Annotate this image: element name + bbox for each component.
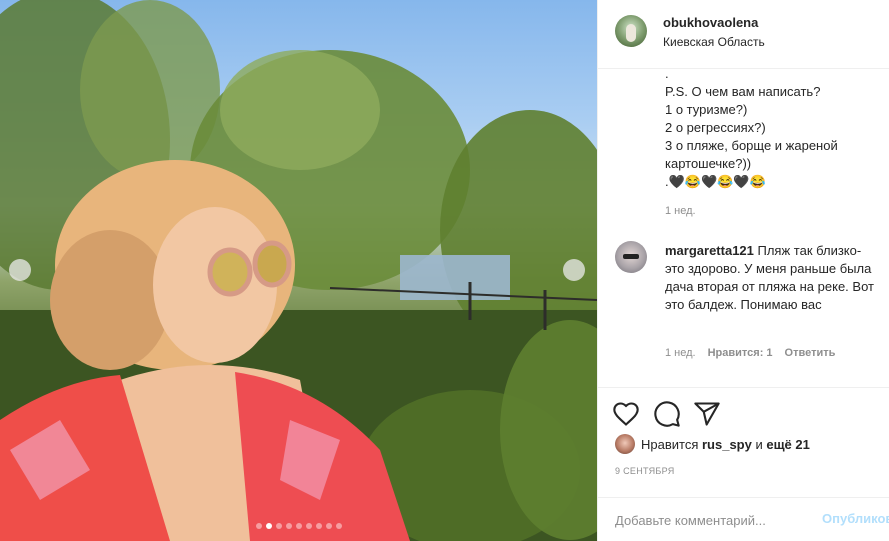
comment-input[interactable]	[615, 509, 815, 531]
author-avatar[interactable]	[615, 15, 647, 47]
carousel-dot	[335, 523, 342, 529]
caption-line: картошечке?))	[665, 156, 752, 171]
reply-button[interactable]: Ответить	[785, 347, 836, 359]
caption-time[interactable]: 1 нед.	[665, 205, 696, 217]
heart-icon[interactable]	[612, 400, 640, 428]
post-date[interactable]: 9 СЕНТЯБРЯ	[615, 466, 675, 476]
post-header: obukhovaolena Киевская Область	[598, 0, 889, 69]
caption-line: 1 о туризме?)	[665, 102, 748, 117]
caption-meta: 1 нед.	[665, 205, 696, 217]
post-location[interactable]: Киевская Область	[663, 35, 765, 49]
author-username[interactable]: obukhovaolena	[663, 15, 758, 30]
likes-summary: Нравится rus_spy и ещё 21	[615, 434, 810, 454]
carousel-dot	[325, 523, 332, 529]
carousel-dot	[305, 523, 312, 529]
caption-line: .	[665, 69, 669, 81]
carousel-dot	[315, 523, 322, 529]
liker-username[interactable]: rus_spy	[702, 437, 752, 452]
likes-prefix: Нравится	[641, 436, 702, 452]
post-photo[interactable]	[0, 0, 597, 541]
comment-meta: 1 нед. Нравится: 1 Ответить	[665, 347, 835, 359]
add-comment-bar: Опубликовать	[598, 497, 889, 541]
comment-time[interactable]: 1 нед.	[665, 347, 696, 359]
carousel-dot	[285, 523, 292, 529]
carousel-dot	[295, 523, 302, 529]
caption-text: . P.S. О чем вам написать? 1 о туризме?)…	[665, 69, 880, 191]
liker-avatar[interactable]	[615, 434, 635, 454]
comment-body: margaretta121 Пляж так близко- это здоро…	[665, 242, 880, 314]
caption-line: .🖤😂🖤😂🖤😂	[665, 174, 766, 189]
comment-likes[interactable]: Нравится: 1	[708, 347, 773, 359]
post-side-panel: obukhovaolena Киевская Область . P.S. О …	[597, 0, 889, 541]
prev-arrow-icon[interactable]	[9, 259, 31, 281]
carousel-dot	[265, 523, 272, 529]
likes-count[interactable]: ещё 21	[766, 437, 810, 452]
likes-text: Нравится rus_spy и ещё 21	[641, 437, 810, 452]
carousel-indicator	[0, 523, 597, 529]
commenter-username[interactable]: margaretta121	[665, 243, 754, 258]
publish-button[interactable]: Опубликовать	[822, 511, 889, 526]
comment-icon[interactable]	[653, 400, 681, 428]
commenter-avatar[interactable]	[615, 241, 647, 273]
comments-list[interactable]: . P.S. О чем вам написать? 1 о туризме?)…	[598, 69, 889, 387]
share-icon[interactable]	[693, 400, 721, 428]
carousel-dot	[275, 523, 282, 529]
carousel-dot	[255, 523, 262, 529]
next-arrow-icon[interactable]	[563, 259, 585, 281]
likes-middle: и	[751, 436, 767, 452]
photo-scene	[0, 0, 597, 541]
caption-line: 2 о регрессиях?)	[665, 120, 766, 135]
post-actions: Нравится rus_spy и ещё 21 9 СЕНТЯБРЯ	[598, 387, 889, 497]
caption-line: P.S. О чем вам написать?	[665, 84, 821, 99]
caption-line: 3 о пляже, борще и жареной	[665, 138, 838, 153]
